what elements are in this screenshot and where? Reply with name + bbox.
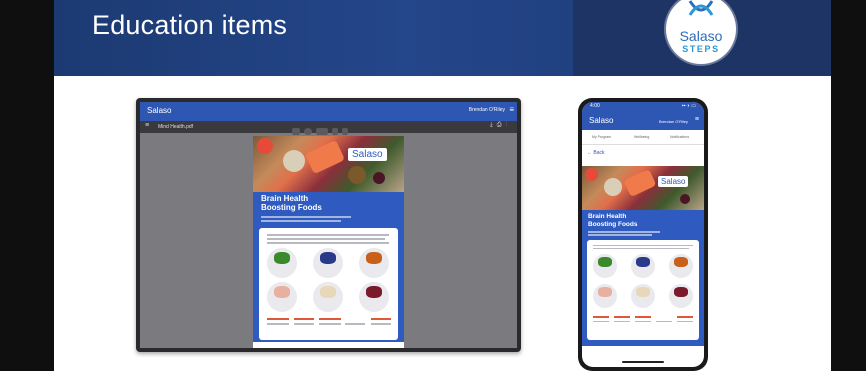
mobile-poster-title-line1: Brain Health	[588, 213, 627, 220]
mobile-poster-title-line2: Boosting Foods	[588, 221, 638, 228]
desktop-app-screenshot: Salaso Brendan O'Riley ≡ ≡ Mind Health.p…	[136, 98, 521, 352]
mobile-poster-food-photo	[582, 166, 704, 210]
hamburger-menu-icon[interactable]: ≡	[509, 106, 514, 114]
mobile-screen: 4:00 ▪▪ ◗ ▭ Salaso Brendan O'Riley ≡ My …	[582, 102, 704, 367]
back-link[interactable]: ← Back	[587, 150, 605, 156]
signal-battery-icon: ▪▪ ◗ ▭	[681, 103, 696, 109]
mobile-poster-content-card	[587, 240, 699, 340]
desktop-screen: Salaso Brendan O'Riley ≡ ≡ Mind Health.p…	[140, 102, 517, 348]
mobile-time: 4:00	[590, 103, 600, 109]
tab-notifications[interactable]: Notifications	[670, 135, 689, 139]
pdf-page-controls[interactable]	[292, 123, 362, 136]
desktop-app-topbar: Salaso Brendan O'Riley ≡	[140, 102, 517, 121]
desktop-brand[interactable]: Salaso	[147, 106, 171, 115]
desktop-user-name[interactable]: Brendan O'Riley	[469, 107, 505, 113]
pdf-menu-icon[interactable]: ≡	[145, 122, 149, 129]
home-indicator[interactable]	[622, 361, 664, 363]
mobile-app-screenshot: 4:00 ▪▪ ◗ ▭ Salaso Brendan O'Riley ≡ My …	[578, 98, 708, 371]
logo-name: Salaso	[679, 28, 723, 44]
mobile-app-topbar: Salaso Brendan O'Riley ≡	[582, 112, 704, 130]
poster-content-card	[259, 228, 398, 340]
poster-logo: Salaso	[348, 148, 387, 161]
mobile-hamburger-menu-icon[interactable]: ≡	[695, 116, 699, 123]
education-poster-desktop: Salaso Brain Health Boosting Foods	[253, 136, 404, 348]
tab-my-program[interactable]: My Program	[592, 135, 611, 139]
mobile-user-name[interactable]: Brendan O'Riley	[659, 119, 688, 124]
mobile-status-bar: 4:00 ▪▪ ◗ ▭	[582, 102, 704, 112]
mobile-brand[interactable]: Salaso	[589, 116, 613, 125]
tab-wellbeing[interactable]: Wellbeing	[634, 135, 649, 139]
pdf-viewer-toolbar: ≡ Mind Health.pdf ⤓⎙⋮	[140, 121, 517, 136]
salaso-swirl-icon	[688, 0, 714, 16]
mobile-poster-logo: Salaso	[658, 176, 689, 187]
education-poster-mobile: Salaso Brain Health Boosting Foods	[582, 166, 704, 346]
poster-title-line1: Brain Health	[261, 194, 309, 203]
mobile-tab-bar: My Program Wellbeing Notifications	[582, 130, 704, 145]
poster-food-photo	[253, 136, 404, 192]
pdf-actions-icons[interactable]: ⤓⎙⋮	[490, 122, 511, 129]
poster-title-line2: Boosting Foods	[261, 203, 322, 212]
logo-subtitle: STEPS	[682, 44, 720, 54]
presentation-slide: Education items Salaso STEPS Salaso Bren…	[54, 0, 831, 371]
slide-title: Education items	[92, 10, 288, 40]
pdf-file-name: Mind Health.pdf	[158, 124, 194, 130]
